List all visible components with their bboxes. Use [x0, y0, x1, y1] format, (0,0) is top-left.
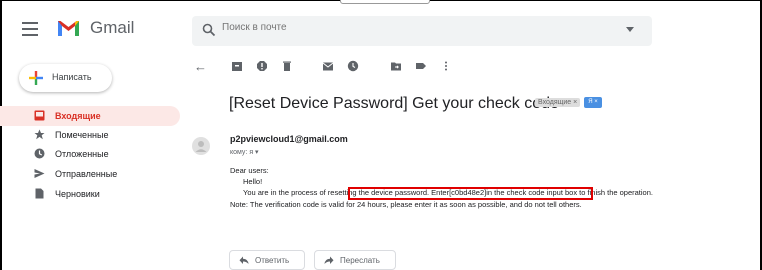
- person-icon: [195, 141, 207, 152]
- send-icon: [34, 169, 45, 178]
- gmail-logo-text[interactable]: Gmail: [90, 18, 134, 38]
- recipient-dropdown[interactable]: кому: я ▾: [230, 148, 259, 156]
- sidebar-item-snoozed[interactable]: Отложенные: [0, 144, 180, 164]
- search-icon[interactable]: [202, 23, 216, 37]
- inbox-icon: [34, 110, 45, 121]
- body-greeting: Dear users:: [230, 166, 269, 175]
- top-tab: [340, 0, 430, 4]
- reply-button[interactable]: Ответить: [229, 250, 305, 270]
- move-to-icon[interactable]: [390, 60, 402, 72]
- compose-button[interactable]: Написать: [19, 64, 112, 92]
- avatar[interactable]: [192, 137, 210, 155]
- mark-unread-icon[interactable]: [322, 60, 334, 72]
- sidebar-item-label: Отложенные: [55, 149, 109, 159]
- body-note: Note: The verification code is valid for…: [230, 200, 582, 209]
- message-subject: [Reset Device Password] Get your check c…: [229, 95, 559, 112]
- label-chip-extra[interactable]: Я ×: [584, 97, 602, 108]
- more-vert-icon[interactable]: [440, 60, 452, 72]
- highlight-box: [348, 187, 593, 200]
- draft-icon: [35, 188, 44, 199]
- sidebar-item-label: Помеченные: [55, 130, 109, 140]
- plus-icon: [29, 71, 43, 85]
- star-icon: [34, 129, 45, 140]
- archive-icon[interactable]: [231, 60, 243, 72]
- search-input[interactable]: [222, 22, 602, 33]
- snooze-icon[interactable]: [347, 60, 359, 72]
- forward-label: Переслать: [340, 256, 380, 265]
- sidebar-item-label: Черновики: [55, 189, 100, 199]
- clock-icon: [34, 148, 45, 159]
- reply-icon: [239, 256, 249, 264]
- sidebar-item-drafts[interactable]: Черновики: [0, 184, 180, 204]
- gmail-logo-icon[interactable]: [56, 18, 81, 38]
- delete-icon[interactable]: [281, 60, 293, 72]
- sidebar-item-sent[interactable]: Отправленные: [0, 164, 180, 184]
- reply-label: Ответить: [255, 256, 290, 265]
- sidebar-item-inbox[interactable]: Входящие: [0, 106, 180, 126]
- sidebar-item-starred[interactable]: Помеченные: [0, 125, 180, 145]
- forward-button[interactable]: Переслать: [314, 250, 396, 270]
- sidebar-item-label: Отправленные: [55, 169, 118, 179]
- back-arrow-icon[interactable]: ←: [194, 59, 207, 74]
- sender-address[interactable]: p2pviewcloud1@gmail.com: [230, 134, 348, 144]
- top-strip: [0, 0, 762, 6]
- sidebar-item-label: Входящие: [55, 111, 101, 121]
- compose-label: Написать: [52, 72, 92, 82]
- label-icon[interactable]: [415, 60, 427, 72]
- report-spam-icon[interactable]: [256, 60, 268, 72]
- label-chip-inbox[interactable]: Входящие ×: [535, 98, 581, 107]
- forward-icon: [324, 256, 334, 264]
- search-options-icon[interactable]: [626, 27, 634, 32]
- main-menu-icon[interactable]: [22, 22, 38, 36]
- body-hello: Hello!: [243, 177, 263, 186]
